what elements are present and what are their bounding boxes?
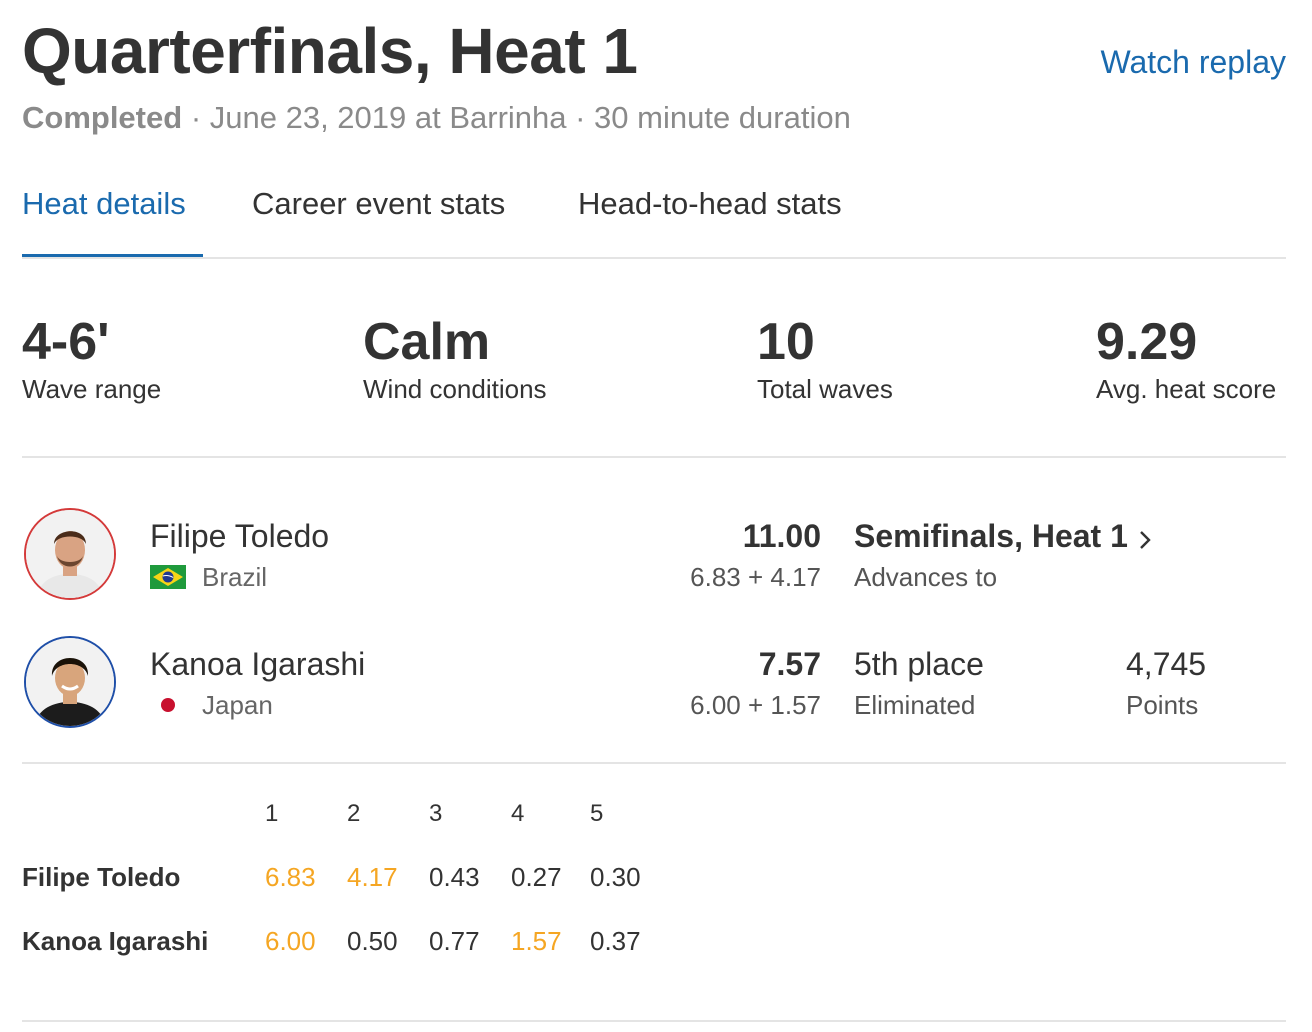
wave-row-athlete-name: Kanoa Igarashi xyxy=(22,926,209,956)
wave-score: 0.37 xyxy=(590,926,641,956)
athlete-name[interactable]: Kanoa Igarashi xyxy=(150,646,365,683)
stat-value: 4-6' xyxy=(22,313,110,371)
wave-score: 0.77 xyxy=(429,926,480,956)
japan-flag-icon xyxy=(150,693,186,717)
heat-details-text: · June 23, 2019 at Barrinha · 30 minute … xyxy=(190,100,851,135)
athlete-country: Brazil xyxy=(202,562,268,592)
stat-value: Calm xyxy=(363,313,491,371)
wave-score: 0.27 xyxy=(511,862,562,892)
result-sublabel: Eliminated xyxy=(854,690,976,720)
wave-score: 6.00 xyxy=(265,926,316,956)
result-label: Semifinals, Heat 1 xyxy=(854,518,1128,554)
page-title: Quarterfinals, Heat 1 xyxy=(22,15,638,87)
wave-row-athlete-name: Filipe Toledo xyxy=(22,862,181,892)
stat-wave-range: 4-6' Wave range xyxy=(22,312,161,405)
stat-label: Avg. heat score xyxy=(1096,374,1277,404)
wave-score: 0.50 xyxy=(347,926,398,956)
wave-score: 0.43 xyxy=(429,862,480,892)
athlete-photo-icon xyxy=(26,638,114,726)
wave-header: 3 xyxy=(429,800,443,827)
points-value: 4,745 xyxy=(1126,646,1207,682)
result-label: 5th place xyxy=(854,646,984,682)
wave-score: 1.57 xyxy=(511,926,562,956)
points-label: Points xyxy=(1126,690,1199,720)
stat-wind-conditions: Calm Wind conditions xyxy=(363,312,547,405)
score-breakdown: 6.83 + 4.17 xyxy=(690,562,821,592)
stat-label: Wind conditions xyxy=(363,374,547,404)
chevron-right-icon xyxy=(1138,529,1152,556)
table-divider xyxy=(22,1020,1286,1022)
stat-label: Wave range xyxy=(22,374,162,404)
status-text: Completed xyxy=(22,100,183,135)
watch-replay-link[interactable]: Watch replay xyxy=(1100,44,1286,81)
athlete-name[interactable]: Filipe Toledo xyxy=(150,518,329,555)
tab-heat-details[interactable]: Heat details xyxy=(22,186,186,222)
wave-header: 2 xyxy=(347,800,361,827)
athlete-country: Japan xyxy=(202,690,273,720)
stat-avg-heat-score: 9.29 Avg. heat score xyxy=(1096,312,1276,405)
tabs-divider xyxy=(22,257,1286,259)
tab-career-event-stats[interactable]: Career event stats xyxy=(252,186,505,222)
wave-score: 6.83 xyxy=(265,862,316,892)
heat-subtitle: Completed · June 23, 2019 at Barrinha · … xyxy=(22,100,851,136)
wave-header: 5 xyxy=(590,800,604,827)
stat-value: 9.29 xyxy=(1096,313,1198,371)
stat-label: Total waves xyxy=(757,374,893,404)
stats-divider xyxy=(22,456,1286,458)
avatar[interactable] xyxy=(24,508,116,600)
wave-score: 4.17 xyxy=(347,862,398,892)
next-heat-link[interactable]: Semifinals, Heat 1 xyxy=(854,518,1152,556)
heat-total-score: 7.57 xyxy=(758,646,821,682)
tab-head-to-head-stats[interactable]: Head-to-head stats xyxy=(578,186,842,222)
heat-total-score: 11.00 xyxy=(742,518,821,554)
wave-score: 0.30 xyxy=(590,862,641,892)
stat-value: 10 xyxy=(757,313,815,371)
brazil-flag-icon xyxy=(150,565,186,589)
result-sublabel: Advances to xyxy=(854,562,998,592)
avatar[interactable] xyxy=(24,636,116,728)
wave-header: 4 xyxy=(511,800,525,827)
tab-bar: Heat details Career event stats Head-to-… xyxy=(22,186,1286,258)
athlete-photo-icon xyxy=(26,510,114,598)
athletes-divider xyxy=(22,762,1286,764)
score-breakdown: 6.00 + 1.57 xyxy=(690,690,821,720)
wave-header: 1 xyxy=(265,800,279,827)
stat-total-waves: 10 Total waves xyxy=(757,312,893,405)
